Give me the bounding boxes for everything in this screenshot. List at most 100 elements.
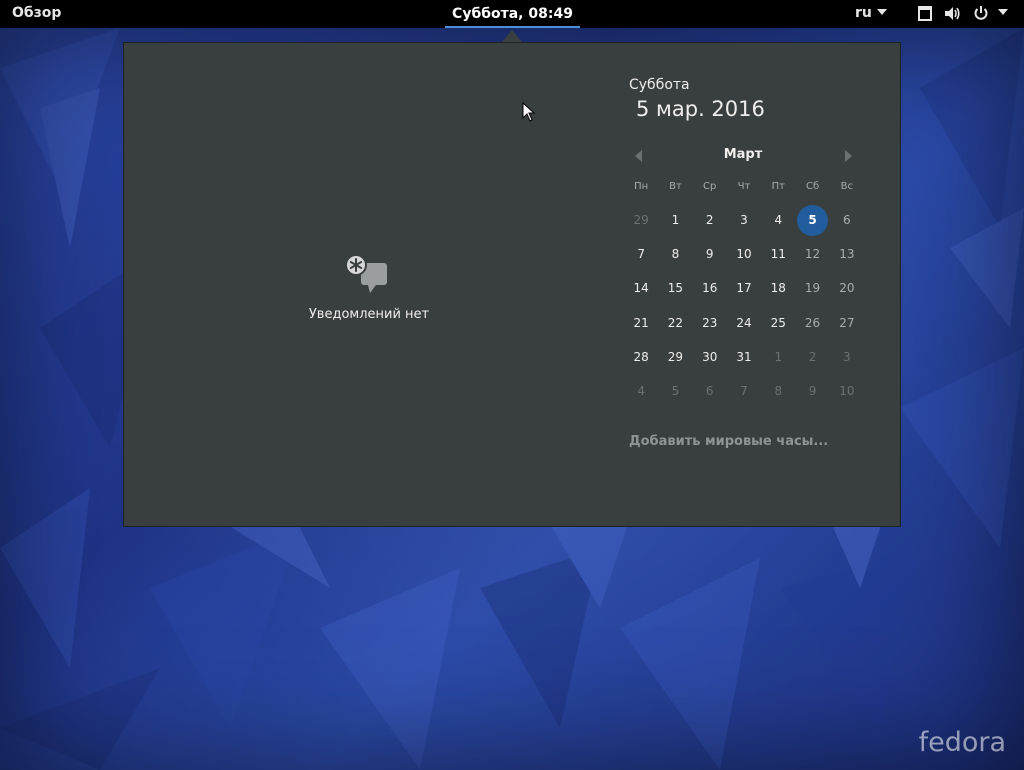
calendar-day[interactable]: 26 (795, 306, 829, 340)
calendar-day-label: 10 (736, 247, 752, 262)
date-weekday[interactable]: Суббота (629, 77, 690, 93)
calendar-weekday-row: Пн Вт Ср Чт Пт Сб Вс (624, 181, 864, 203)
calendar-day-label: 16 (702, 281, 718, 296)
calendar-month-label: Март (723, 147, 763, 162)
top-bar: Обзор Суббота, 08:49 ru (0, 0, 1024, 28)
calendar-day[interactable]: 3 (830, 340, 864, 374)
clock-button[interactable]: Суббота, 08:49 (445, 0, 580, 28)
calendar-day[interactable]: 30 (693, 340, 727, 374)
calendar-day[interactable]: 18 (761, 271, 795, 305)
calendar-day[interactable]: 6 (693, 374, 727, 408)
calendar-day-label: 31 (736, 349, 752, 364)
calendar-day[interactable]: 21 (624, 306, 658, 340)
calendar-day[interactable]: 7 (624, 237, 658, 271)
chevron-down-icon (876, 9, 887, 15)
calendar-day-label: 1 (774, 349, 783, 364)
calendar-day-label: 13 (839, 247, 855, 262)
volume-icon[interactable] (944, 6, 961, 25)
calendar-day[interactable]: 27 (830, 306, 864, 340)
calendar-day-label: 29 (667, 349, 684, 364)
calendar-day-label: 20 (839, 281, 855, 296)
calendar-day[interactable]: 31 (727, 340, 761, 374)
calendar-day-label: 21 (633, 315, 649, 330)
calendar-day[interactable]: 20 (830, 271, 864, 305)
window-icon[interactable] (918, 6, 932, 25)
calendar-day-label: 5 (797, 204, 829, 236)
calendar-day-label: 14 (633, 281, 649, 296)
calendar-week-row: 21 22 23 24 25 26 27 (624, 306, 864, 340)
calendar-day[interactable]: 10 (727, 237, 761, 271)
calendar-day-label: 6 (843, 213, 851, 228)
calendar-day[interactable]: 22 (658, 306, 692, 340)
calendar-header: Март (629, 145, 857, 165)
calendar-day-label: 7 (740, 384, 748, 399)
calendar-week-row: 14 15 16 17 18 19 20 (624, 271, 864, 305)
calendar-day[interactable]: 8 (761, 374, 795, 408)
calendar-week-row: 4 5 6 7 8 9 10 (624, 374, 864, 408)
calendar-day[interactable]: 17 (727, 271, 761, 305)
calendar-day[interactable]: 4 (761, 203, 795, 237)
weekday-header: Сб (805, 181, 820, 192)
language-selector[interactable]: ru (855, 5, 887, 21)
add-world-clocks-button[interactable]: Добавить мировые часы... (629, 434, 828, 449)
calendar-day-label: 22 (667, 315, 684, 330)
power-menu[interactable] (973, 5, 989, 25)
date-menu-popover: Уведомлений нет Суббота 5 мар. 2016 Март… (123, 42, 901, 527)
calendar-day-label: 12 (804, 247, 821, 262)
calendar-day[interactable]: 2 (693, 203, 727, 237)
weekday-header: Пт (771, 181, 785, 192)
activities-button[interactable]: Обзор (12, 5, 61, 21)
calendar-day[interactable]: 25 (761, 306, 795, 340)
calendar-grid: Пн Вт Ср Чт Пт Сб Вс 29 1 2 3 4 5 6 7 8 9 10 11 12 13… (624, 181, 864, 408)
calendar-day[interactable]: 29 (658, 340, 692, 374)
calendar-day[interactable]: 29 (624, 203, 658, 237)
chevron-right-icon[interactable] (845, 150, 852, 162)
calendar-day[interactable]: 10 (830, 374, 864, 408)
calendar-day-label: 6 (705, 384, 714, 399)
calendar-day-label: 7 (637, 247, 645, 262)
weekday-header: Пн (634, 181, 649, 192)
calendar-day[interactable]: 9 (693, 237, 727, 271)
calendar-day[interactable]: 8 (658, 237, 692, 271)
calendar-day-label: 1 (671, 213, 680, 228)
calendar-day[interactable]: 12 (795, 237, 829, 271)
calendar-day[interactable]: 24 (727, 306, 761, 340)
calendar-day[interactable]: 2 (795, 340, 829, 374)
calendar-day[interactable]: 23 (693, 306, 727, 340)
chevron-down-icon (998, 9, 1008, 15)
calendar-day[interactable]: 9 (795, 374, 829, 408)
calendar-day-label: 29 (633, 213, 649, 228)
calendar-day[interactable]: 1 (761, 340, 795, 374)
popover-arrow (502, 30, 522, 42)
weekday-header: Вс (840, 181, 853, 192)
calendar-day-label: 4 (637, 384, 645, 399)
calendar-day[interactable]: 4 (624, 374, 658, 408)
power-chevron[interactable] (993, 5, 1008, 21)
calendar-day-label: 8 (774, 384, 783, 399)
calendar-day-label: 5 (671, 384, 680, 399)
mouse-cursor-icon (522, 101, 536, 126)
calendar-day[interactable]: 13 (830, 237, 864, 271)
calendar-day-label: 30 (702, 349, 718, 364)
date-full[interactable]: 5 мар. 2016 (636, 97, 765, 121)
calendar-day-label: 10 (839, 384, 855, 399)
calendar-day-label: 9 (705, 247, 714, 262)
calendar-day-label: 27 (839, 315, 855, 330)
calendar-day-label: 15 (667, 281, 684, 296)
calendar-day-label: 11 (770, 247, 786, 262)
calendar-day[interactable]: 6 (830, 203, 864, 237)
calendar-day-today[interactable]: 5 (795, 203, 829, 237)
calendar-day[interactable]: 14 (624, 271, 658, 305)
calendar-weeks: 29 1 2 3 4 5 6 7 8 9 10 11 12 13 14 15 16 17 18 19 20 21 22 23 2… (624, 203, 864, 408)
calendar-day[interactable]: 3 (727, 203, 761, 237)
calendar-day[interactable]: 1 (658, 203, 692, 237)
calendar-day[interactable]: 15 (658, 271, 692, 305)
calendar-day-label: 28 (633, 349, 649, 364)
calendar-day[interactable]: 7 (727, 374, 761, 408)
calendar-day-label: 2 (705, 213, 714, 228)
calendar-day[interactable]: 16 (693, 271, 727, 305)
calendar-day[interactable]: 5 (658, 374, 692, 408)
calendar-day[interactable]: 11 (761, 237, 795, 271)
calendar-day[interactable]: 28 (624, 340, 658, 374)
calendar-day[interactable]: 19 (795, 271, 829, 305)
